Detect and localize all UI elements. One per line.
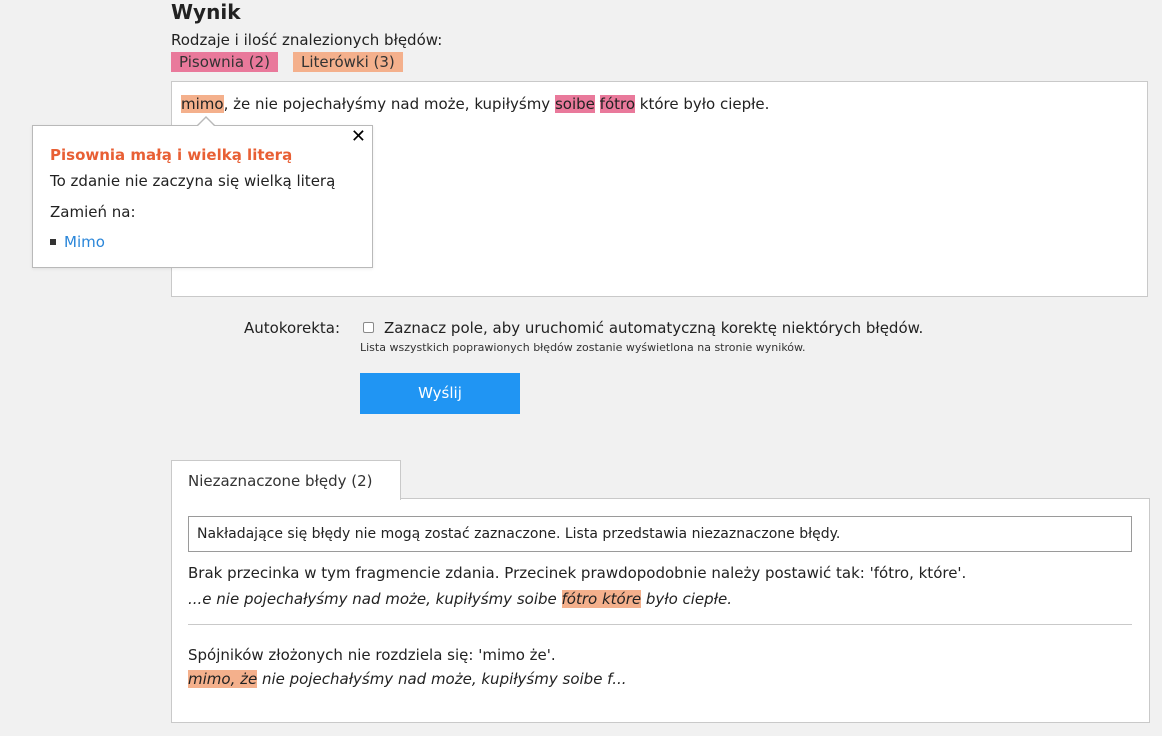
issue-title: Brak przecinka w tym fragmencie zdania. …	[188, 564, 967, 582]
bullet-icon	[50, 238, 56, 245]
autocorrect-checkbox[interactable]	[363, 322, 374, 333]
suggestion-link[interactable]: Mimo	[50, 233, 105, 251]
issue-context: mimo, że nie pojechałyśmy nad może, kupi…	[188, 670, 627, 688]
context-text: ...e nie pojechałyśmy nad może, kupiłyśm…	[188, 590, 562, 608]
editor-text-segment: , że nie pojechałyśmy nad może, kupiłyśm…	[223, 95, 555, 113]
autocorrect-label: Autokorekta:	[244, 319, 341, 337]
badge-pisownia[interactable]: Pisownia (2)	[171, 52, 279, 72]
divider	[188, 624, 1132, 625]
context-text: było ciepłe.	[641, 590, 732, 608]
editor-text-segment	[595, 95, 600, 113]
close-icon[interactable]: ✕	[351, 126, 366, 147]
badge-literowki[interactable]: Literówki (3)	[293, 52, 403, 72]
submit-button[interactable]: Wyślij	[360, 373, 520, 414]
issue-context: ...e nie pojechałyśmy nad może, kupiłyśm…	[188, 590, 732, 608]
popup-arrow-fill	[197, 118, 215, 127]
issue-title: Spójników złożonych nie rozdziela się: '…	[188, 646, 556, 664]
overlap-notice: Nakładające się błędy nie mogą zostać za…	[188, 516, 1132, 552]
tab-unmarked-errors[interactable]: Niezaznaczone błędy (2)	[171, 460, 401, 500]
popup-message: To zdanie nie zaczyna się wielką literą	[50, 172, 336, 190]
autocorrect-note: Lista wszystkich poprawionych błędów zos…	[360, 341, 806, 354]
error-soibe[interactable]: soibe	[554, 95, 595, 113]
editor-text-segment: które było ciepłe.	[635, 95, 770, 113]
context-highlight[interactable]: fótro które	[561, 590, 642, 608]
popup-title: Pisownia małą i wielką literą	[50, 146, 293, 164]
context-text: nie pojechałyśmy nad może, kupiłyśmy soi…	[257, 670, 627, 688]
autocorrect-checkbox-text[interactable]: Zaznacz pole, aby uruchomić automatyczną…	[384, 319, 923, 337]
error-fotro[interactable]: fótro	[599, 95, 636, 113]
error-types-label: Rodzaje i ilość znalezionych błędów:	[171, 31, 443, 49]
replace-label: Zamień na:	[50, 203, 136, 221]
unmarked-errors-panel: Nakładające się błędy nie mogą zostać za…	[171, 498, 1150, 723]
context-highlight[interactable]: mimo, że	[188, 670, 258, 688]
error-popup: ✕ Pisownia małą i wielką literą To zdani…	[32, 125, 373, 268]
page-title: Wynik	[171, 0, 241, 24]
editor-text: mimo, że nie pojechałyśmy nad może, kupi…	[181, 93, 769, 115]
error-mimo[interactable]: mimo	[181, 95, 224, 113]
tab-label: Niezaznaczone błędy (2)	[188, 472, 373, 490]
suggestion-text[interactable]: Mimo	[64, 233, 105, 251]
